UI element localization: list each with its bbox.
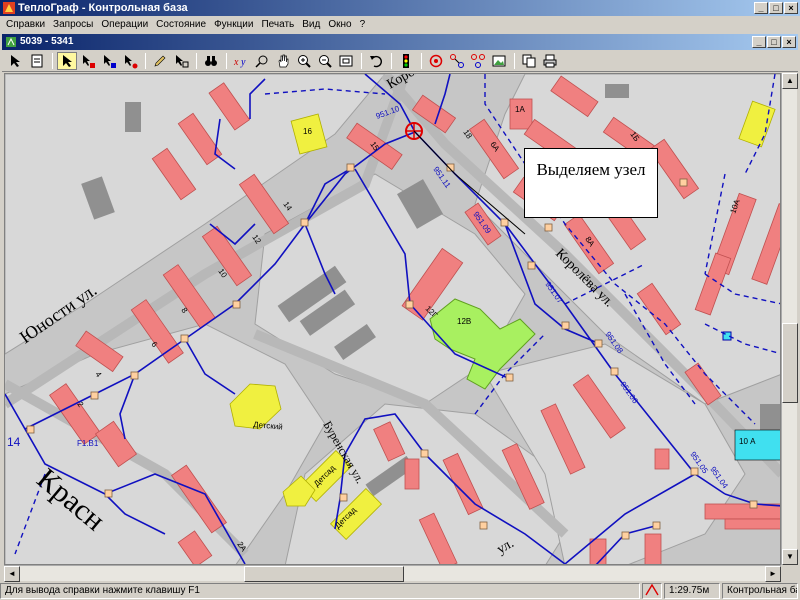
pointer-minus-icon[interactable]	[99, 52, 119, 70]
scroll-left-arrow-icon[interactable]: ◄	[4, 566, 20, 582]
vertical-scroll-thumb[interactable]	[782, 323, 798, 403]
zoom-in-icon[interactable]	[294, 52, 314, 70]
pipe-number-label: 14	[7, 435, 21, 449]
status-scale: 1:29.75м	[664, 583, 720, 599]
select-arrow-icon[interactable]	[6, 52, 26, 70]
app-icon	[3, 2, 15, 14]
map-svg[interactable]: Юности ул. Королёва ул. Королёва ул. Бур…	[5, 74, 781, 565]
menu-help[interactable]: ?	[356, 17, 370, 32]
vertical-scrollbar[interactable]: ▲ ▼	[781, 73, 798, 565]
app-title-bar: ТеплоГраф - Контрольная база _ □ ×	[0, 0, 800, 16]
menu-pechat[interactable]: Печать	[257, 17, 298, 32]
status-database: Контрольная база	[722, 583, 798, 599]
menu-zaprosy[interactable]: Запросы	[49, 17, 97, 32]
traffic-light-icon[interactable]	[396, 52, 416, 70]
close-button[interactable]: ×	[784, 2, 798, 14]
menu-vid[interactable]: Вид	[298, 17, 324, 32]
callout-select-node: Выделяем узел	[524, 148, 658, 218]
node-label: F1.B1	[77, 439, 99, 448]
toolbar-separator	[514, 52, 515, 69]
image-icon[interactable]	[489, 52, 509, 70]
menu-sostoyanie[interactable]: Состояние	[152, 17, 210, 32]
toolbar-separator	[226, 52, 227, 69]
toolbar-separator	[391, 52, 392, 69]
undo-icon[interactable]	[366, 52, 386, 70]
building-label: 12В	[457, 317, 471, 326]
toolbar-separator	[421, 52, 422, 69]
pointer-edit-icon[interactable]	[171, 52, 191, 70]
toolbar: xy	[2, 50, 798, 72]
map-canvas[interactable]: Юности ул. Королёва ул. Королёва ул. Бур…	[4, 73, 781, 565]
svg-text:y: y	[240, 57, 246, 68]
zoom-out-icon[interactable]	[315, 52, 335, 70]
building-label: 10 А	[739, 437, 756, 446]
document-title-bar: 5039 - 5341 _ □ ×	[2, 34, 798, 50]
minimize-button[interactable]: _	[754, 2, 768, 14]
menu-operacii[interactable]: Операции	[97, 17, 152, 32]
scroll-right-arrow-icon[interactable]: ►	[765, 566, 781, 582]
hand-icon[interactable]	[273, 52, 293, 70]
horizontal-scrollbar[interactable]: ◄ ►	[4, 565, 781, 582]
menu-bar: Справки Запросы Операции Состояние Функц…	[0, 16, 800, 33]
xy-icon[interactable]: xy	[231, 52, 251, 70]
doc-maximize-button[interactable]: □	[767, 36, 781, 48]
document-icon	[6, 37, 16, 47]
svg-text:x: x	[233, 57, 239, 68]
binoculars-icon[interactable]	[201, 52, 221, 70]
scroll-down-arrow-icon[interactable]: ▼	[782, 549, 798, 565]
doc-close-button[interactable]: ×	[782, 36, 796, 48]
node-unlink-icon[interactable]	[468, 52, 488, 70]
status-bar: Для вывода справки нажмите клавишу F1 1:…	[0, 582, 800, 600]
properties-icon[interactable]	[27, 52, 47, 70]
pointer-icon[interactable]	[57, 51, 77, 70]
horizontal-scroll-thumb[interactable]	[244, 566, 404, 582]
menu-spravki[interactable]: Справки	[2, 17, 49, 32]
zoom-extent-icon[interactable]	[336, 52, 356, 70]
scale-icon	[642, 583, 662, 599]
target-icon[interactable]	[426, 52, 446, 70]
pointer-node-icon[interactable]	[120, 52, 140, 70]
pointer-plus-icon[interactable]	[78, 52, 98, 70]
doc-minimize-button[interactable]: _	[752, 36, 766, 48]
building-label: 14	[281, 200, 294, 213]
building-label: 16	[303, 127, 312, 136]
toolbar-separator	[52, 52, 53, 69]
menu-okno[interactable]: Окно	[324, 17, 355, 32]
pencil-icon[interactable]	[150, 52, 170, 70]
node-link-icon[interactable]	[447, 52, 467, 70]
print-icon[interactable]	[540, 52, 560, 70]
menu-funkcii[interactable]: Функции	[210, 17, 257, 32]
app-title: ТеплоГраф - Контрольная база	[18, 2, 188, 14]
scroll-up-arrow-icon[interactable]: ▲	[782, 73, 798, 89]
building-label: 1А	[515, 105, 525, 114]
document-title: 5039 - 5341	[20, 36, 74, 47]
toolbar-separator	[361, 52, 362, 69]
toolbar-separator	[196, 52, 197, 69]
maximize-button[interactable]: □	[769, 2, 783, 14]
toolbar-separator	[145, 52, 146, 69]
measure-icon[interactable]	[252, 52, 272, 70]
copy-icon[interactable]	[519, 52, 539, 70]
status-hint: Для вывода справки нажмите клавишу F1	[0, 583, 640, 599]
